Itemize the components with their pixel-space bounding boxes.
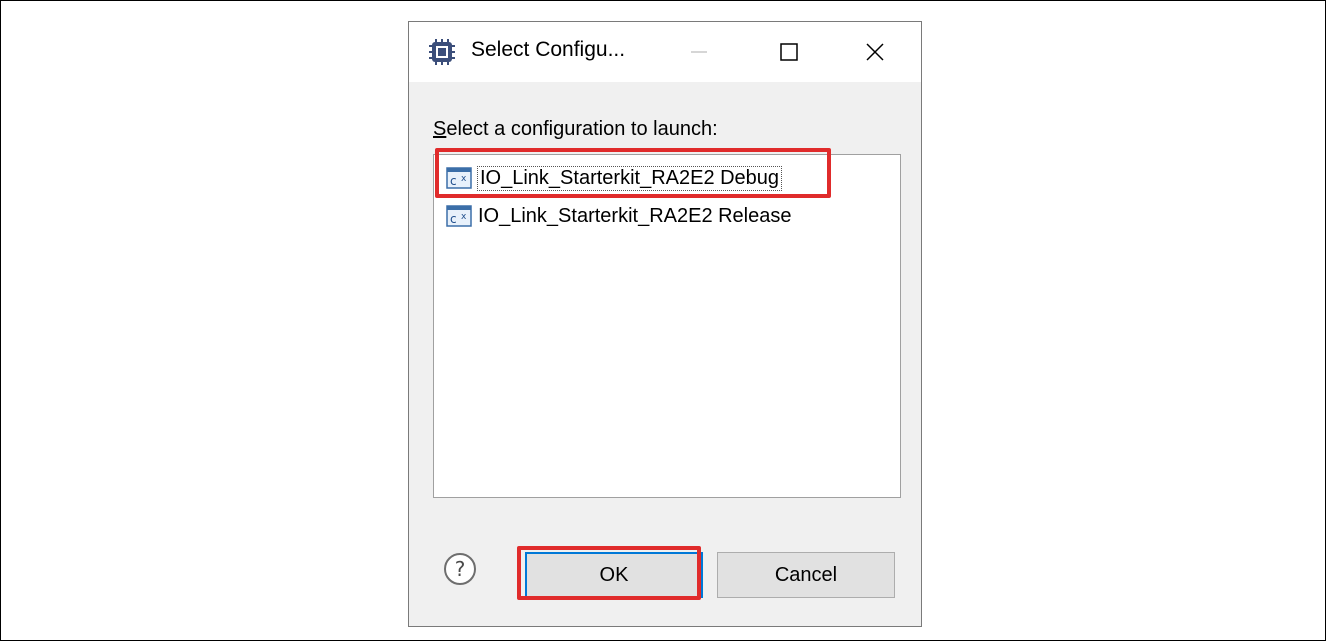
svg-text:x: x [461, 212, 467, 222]
c-application-icon: c x [446, 205, 472, 227]
dialog-title: Select Configu... [471, 38, 626, 61]
prompt-text: elect a configuration to launch: [446, 118, 718, 140]
cancel-button[interactable]: Cancel [717, 552, 895, 598]
help-icon[interactable]: ? [443, 552, 477, 586]
configuration-label: IO_Link_Starterkit_RA2E2 Release [478, 204, 792, 227]
select-configuration-dialog: Select Configu... Select a configuration… [408, 21, 922, 627]
svg-text:c: c [450, 212, 457, 226]
title-bar[interactable]: Select Configu... [409, 22, 921, 82]
highlight-debug-configuration [435, 148, 831, 198]
svg-text:?: ? [455, 557, 466, 581]
close-icon[interactable] [853, 30, 897, 74]
list-item[interactable]: c x IO_Link_Starterkit_RA2E2 Release [446, 201, 792, 231]
minimize-icon[interactable] [677, 30, 721, 74]
configuration-prompt: Select a configuration to launch: [433, 118, 718, 141]
maximize-icon[interactable] [767, 30, 811, 74]
app-chip-icon [429, 39, 455, 65]
highlight-ok-button [517, 546, 701, 600]
prompt-accelerator: S [433, 118, 447, 140]
configuration-list[interactable]: c x IO_Link_Starterkit_RA2E2 Debug c x I… [433, 154, 901, 498]
